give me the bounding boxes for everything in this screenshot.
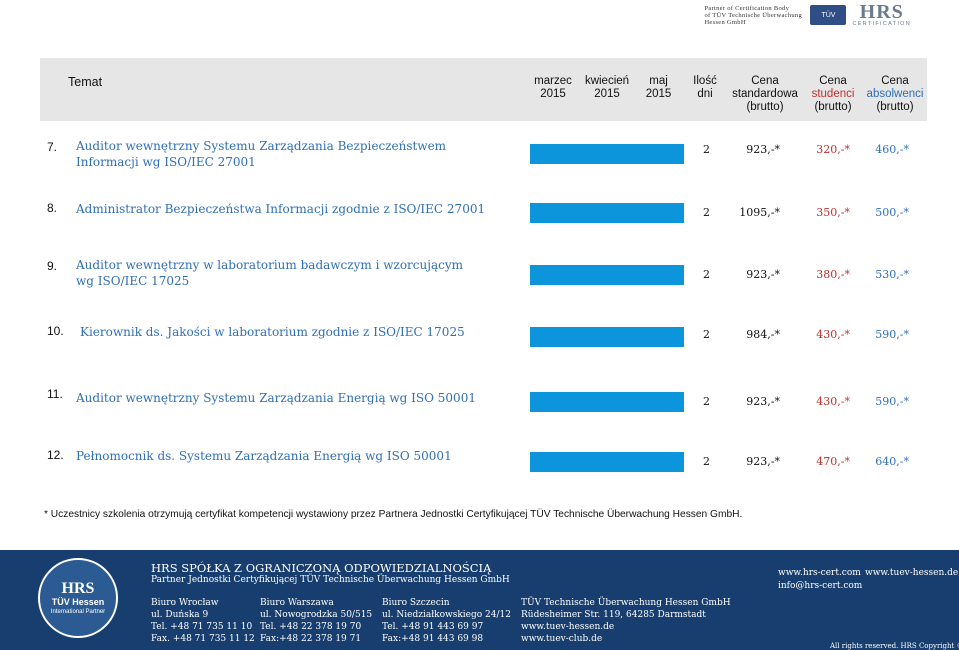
email-link[interactable]: info@hrs-cert.com bbox=[778, 580, 862, 592]
schedule-bar bbox=[530, 144, 684, 164]
tuv-logo: TÜV bbox=[810, 5, 847, 25]
header-logos: Partner of Certification Body of TÜV Tec… bbox=[704, 0, 911, 30]
course-title: Auditor wewnętrzny Systemu Zarządzania E… bbox=[76, 391, 476, 405]
col-cena-absolwenci: Cena absolwenci (brutto) bbox=[866, 75, 924, 113]
schedule-bar bbox=[530, 265, 684, 285]
office-warszawa: Biuro Warszawa ul. Nowogrodzka 50/515 Tel.… bbox=[260, 598, 373, 644]
link-tuev-hessen[interactable]: www.tuev-hessen.de bbox=[865, 567, 958, 579]
footer: HRS TÜV Hessen International Partner HRS… bbox=[0, 550, 959, 650]
col-cena-studenci: Cena studenci (brutto) bbox=[811, 75, 855, 113]
tuv-address: TÜV Technische Überwachung Hessen GmbH Rü… bbox=[521, 598, 731, 644]
course-title: Auditor wewnętrzny w laboratorium badawc… bbox=[76, 258, 463, 288]
course-title: Kierownik ds. Jakości w laboratorium zgo… bbox=[80, 325, 465, 339]
footnote: * Uczestnicy szkolenia otrzymują certyfi… bbox=[44, 509, 743, 520]
hrs-logo: HRS CERTIFICATION bbox=[852, 1, 911, 27]
schedule-bar bbox=[530, 392, 684, 412]
col-maj: maj 2015 bbox=[645, 75, 672, 100]
hrs-tuv-seal-icon: HRS TÜV Hessen International Partner bbox=[38, 558, 118, 638]
partner-text: Partner of Certification Body of TÜV Tec… bbox=[704, 4, 803, 26]
course-title: Administrator Bezpieczeństwa Informacji … bbox=[76, 202, 486, 216]
copyright: All rights reserved. HRS Copyright © 201… bbox=[830, 642, 959, 650]
link-hrs-cert[interactable]: www.hrs-cert.com bbox=[778, 567, 861, 579]
col-cena-standardowa: Cena standardowa (brutto) bbox=[732, 75, 798, 113]
col-temat: Temat bbox=[68, 75, 103, 89]
schedule-bar bbox=[530, 327, 684, 347]
company-name: HRS SPÓŁKA Z OGRANICZONĄ ODPOWIEDZIALNOŚ… bbox=[151, 561, 492, 575]
col-kwiecien: kwiecień 2015 bbox=[584, 75, 630, 100]
col-marzec: marzec 2015 bbox=[534, 75, 572, 100]
schedule-bar bbox=[530, 203, 684, 223]
schedule-bar bbox=[530, 452, 684, 472]
company-subtitle: Partner Jednostki Certyfikującej TÜV Tec… bbox=[151, 575, 510, 585]
office-wroclaw: Biuro Wrocław ul. Duńska 9 Tel. +48 71 735… bbox=[151, 598, 255, 644]
col-ilosc-dni: Ilość dni bbox=[693, 75, 717, 100]
table-header: Temat marzec 2015 kwiecień 2015 maj 2015 Il… bbox=[40, 58, 927, 121]
course-title: Auditor wewnętrzny Systemu Zarządzania B… bbox=[76, 139, 447, 169]
course-title: Pełnomocnik ds. Systemu Zarządzania Ener… bbox=[76, 449, 452, 463]
office-szczecin: Biuro Szczecin ul. Niedziałkowskiego 24/1… bbox=[382, 598, 511, 644]
